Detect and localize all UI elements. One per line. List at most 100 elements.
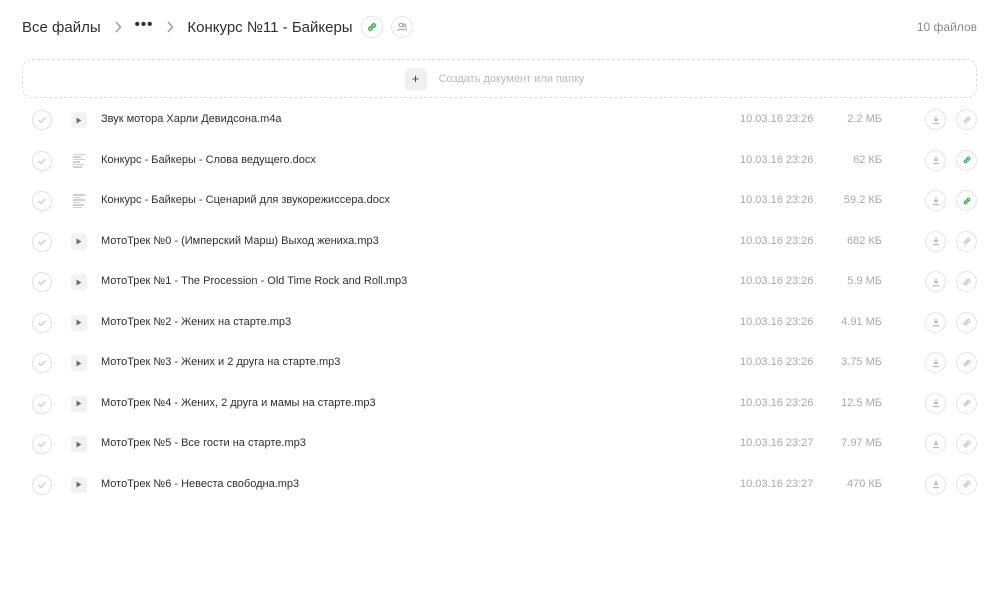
download-button[interactable] [925, 149, 946, 171]
select-checkbox[interactable] [32, 474, 52, 495]
file-row[interactable]: МотоТрек №3 - Жених и 2 друга на старте.… [0, 343, 1000, 384]
share-link-button[interactable] [956, 149, 977, 171]
audio-file-icon [70, 233, 88, 251]
file-size: 470 КБ [846, 477, 882, 490]
select-checkbox[interactable] [32, 434, 52, 454]
download-icon [932, 480, 939, 489]
share-link-button[interactable] [956, 271, 977, 292]
link-icon [963, 278, 970, 285]
file-name[interactable]: МотоТрек №4 - Жених, 2 друга и мамы на с… [101, 397, 376, 409]
file-size: 12.5 МБ [841, 396, 882, 409]
link-icon [963, 156, 970, 164]
share-link-button[interactable] [956, 473, 977, 495]
download-button[interactable] [925, 190, 946, 211]
chevron-right-icon [166, 21, 174, 33]
audio-file-icon [70, 354, 88, 372]
file-date: 10.03.16 23:26 [740, 194, 814, 206]
audio-file-icon [70, 395, 88, 413]
file-name[interactable]: МотоТрек №5 - Все гости на старте.mp3 [101, 437, 306, 449]
download-icon [932, 358, 939, 367]
share-link-button[interactable] [956, 352, 977, 373]
file-size: 682 КБ [846, 234, 882, 247]
select-checkbox[interactable] [32, 393, 52, 414]
file-list: Звук мотора Харли Девидсона.m4a 10.03.16 … [0, 100, 1000, 505]
file-name[interactable]: МотоТрек №0 - (Имперский Марш) Выход жен… [101, 235, 379, 247]
file-row[interactable]: Конкурс - Байкеры - Сценарий для звукоре… [0, 181, 1000, 222]
file-row[interactable]: Конкурс - Байкеры - Слова ведущего.docx 1… [0, 141, 1000, 182]
download-button[interactable] [925, 433, 946, 454]
link-icon [963, 399, 970, 407]
header-bar: Все файлы ••• Конкурс №11 - Байкеры 10 ф… [22, 12, 977, 42]
file-date: 10.03.16 23:26 [740, 275, 814, 287]
share-link-button[interactable] [956, 109, 977, 130]
download-icon [932, 439, 939, 448]
download-button[interactable] [925, 109, 946, 130]
file-name[interactable]: Конкурс - Байкеры - Слова ведущего.docx [101, 154, 316, 166]
download-icon [932, 196, 939, 205]
share-link-button[interactable] [956, 190, 977, 211]
download-button[interactable] [925, 230, 946, 252]
share-link-button[interactable] [956, 392, 977, 414]
breadcrumb-more-button[interactable]: ••• [135, 17, 154, 38]
share-link-button[interactable] [956, 230, 977, 252]
file-name[interactable]: МотоТрек №6 - Невеста свободна.mp3 [101, 478, 299, 490]
download-button[interactable] [925, 392, 946, 414]
file-date: 10.03.16 23:27 [740, 477, 814, 490]
select-checkbox[interactable] [32, 110, 52, 130]
file-row[interactable]: МотоТрек №0 - (Имперский Марш) Выход жен… [0, 222, 1000, 263]
download-icon [932, 156, 939, 165]
link-icon [963, 480, 970, 488]
file-row[interactable]: МотоТрек №5 - Все гости на старте.mp3 10.… [0, 424, 1000, 465]
link-icon [963, 116, 970, 123]
share-link-button[interactable] [956, 433, 977, 454]
file-row[interactable]: МотоТрек №1 - The Procession - Old Time … [0, 262, 1000, 303]
select-checkbox[interactable] [32, 272, 52, 292]
file-row[interactable]: МотоТрек №4 - Жених, 2 друга и мамы на с… [0, 384, 1000, 425]
download-button[interactable] [925, 352, 946, 373]
file-size: 3.75 МБ [841, 356, 882, 368]
page-title: Конкурс №11 - Байкеры [187, 18, 353, 36]
select-checkbox[interactable] [32, 191, 52, 211]
file-name[interactable]: МотоТрек №2 - Жених на старте.mp3 [101, 316, 291, 328]
select-checkbox[interactable] [32, 312, 52, 333]
file-size: 4.91 МБ [841, 315, 882, 328]
select-checkbox[interactable] [32, 150, 52, 171]
plus-icon: + [404, 67, 427, 90]
file-row[interactable]: МотоТрек №6 - Невеста свободна.mp3 10.03.… [0, 465, 1000, 506]
link-icon [963, 318, 970, 326]
file-row[interactable]: Звук мотора Харли Девидсона.m4a 10.03.16 … [0, 100, 1000, 141]
link-icon [963, 440, 970, 447]
download-button[interactable] [925, 311, 946, 333]
audio-file-icon [70, 111, 88, 129]
file-date: 10.03.16 23:26 [740, 234, 814, 247]
share-link-button[interactable] [956, 311, 977, 333]
audio-file-icon [70, 273, 88, 291]
file-date: 10.03.16 23:26 [740, 153, 814, 166]
share-link-button[interactable] [360, 16, 383, 38]
download-icon [932, 237, 939, 246]
download-icon [932, 115, 939, 124]
file-row[interactable]: МотоТрек №2 - Жених на старте.mp3 10.03.1… [0, 303, 1000, 344]
download-button[interactable] [925, 271, 946, 292]
file-name[interactable]: МотоТрек №3 - Жених и 2 друга на старте.… [101, 356, 340, 368]
file-date: 10.03.16 23:27 [740, 437, 814, 449]
file-name[interactable]: МотоТрек №1 - The Procession - Old Time … [101, 275, 407, 287]
create-document-or-folder-button[interactable]: + Создать документ или папку [22, 59, 977, 98]
file-date: 10.03.16 23:26 [740, 113, 814, 125]
download-icon [932, 318, 939, 327]
document-file-icon [70, 192, 88, 210]
select-checkbox[interactable] [32, 231, 52, 252]
chevron-right-icon [114, 21, 122, 33]
breadcrumb-root[interactable]: Все файлы [22, 19, 101, 36]
share-users-button[interactable] [390, 16, 413, 38]
download-icon [932, 277, 939, 286]
file-size: 7.97 МБ [841, 437, 882, 449]
select-checkbox[interactable] [32, 353, 52, 373]
file-name[interactable]: Конкурс - Байкеры - Сценарий для звукоре… [101, 194, 390, 206]
file-size: 62 КБ [853, 153, 882, 166]
download-icon [932, 399, 939, 408]
file-name[interactable]: Звук мотора Харли Девидсона.m4a [101, 113, 282, 125]
download-button[interactable] [925, 473, 946, 495]
create-label: Создать документ или папку [438, 72, 585, 85]
file-size: 2.2 МБ [847, 113, 882, 125]
